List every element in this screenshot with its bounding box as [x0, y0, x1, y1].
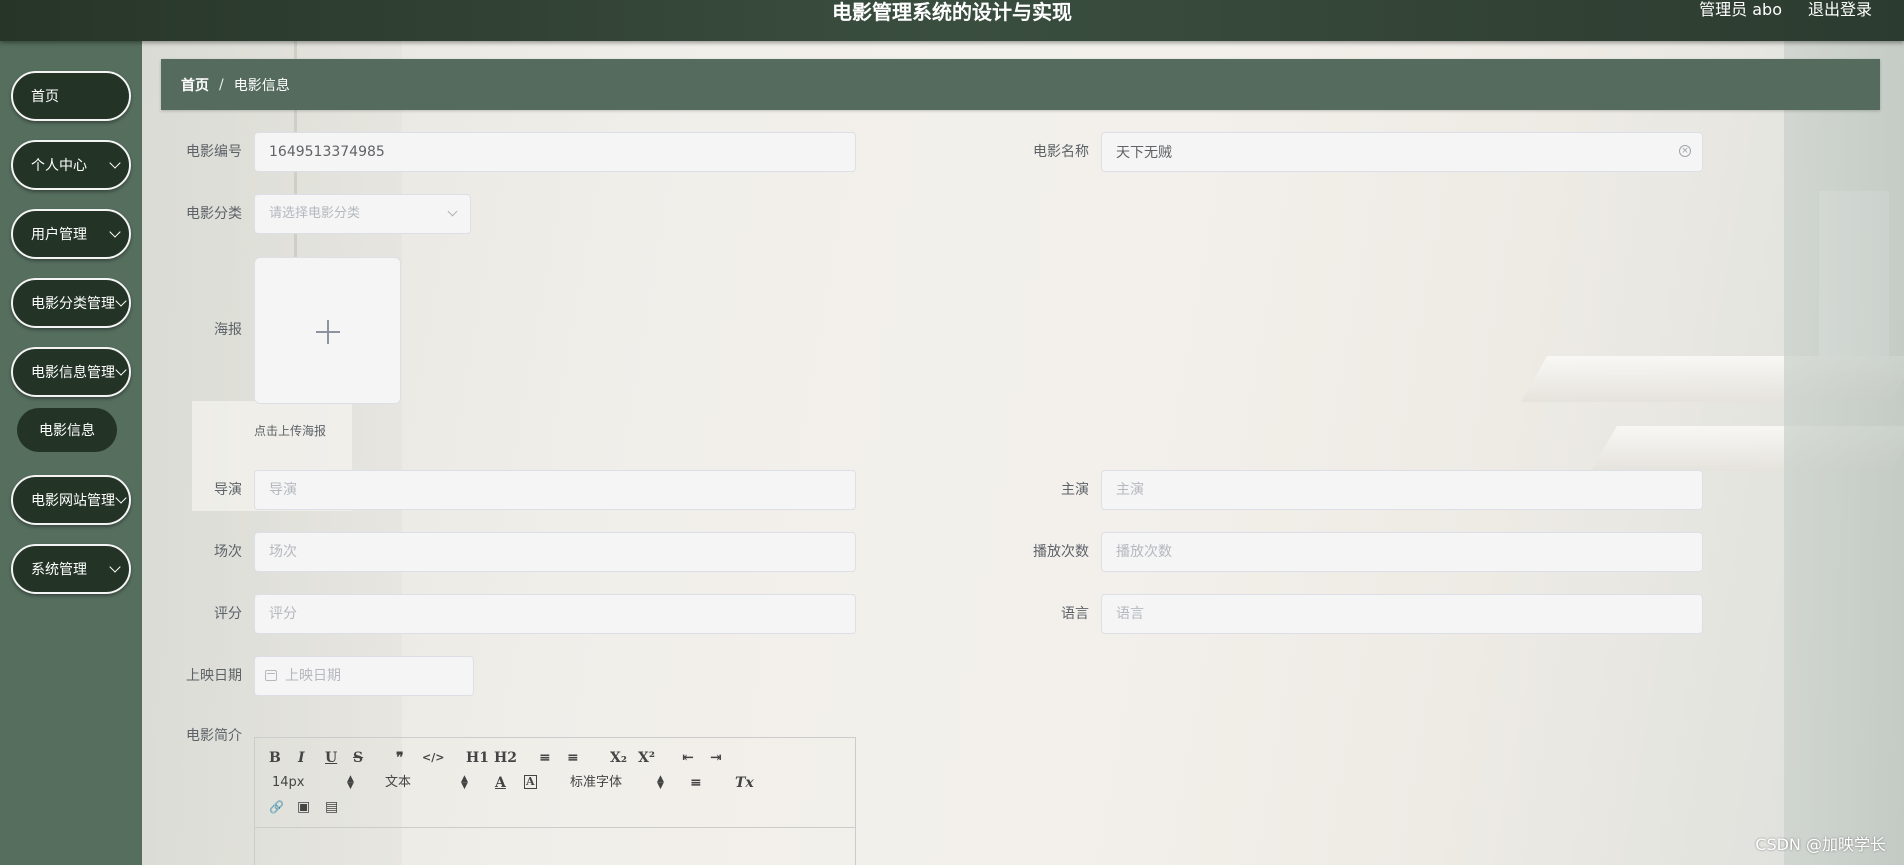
sidebar-item-label: 首页: [31, 89, 59, 105]
rich-text-editor: B I U S ❞ </> H1 H2 ≡ ≡ X₂ X² ⇤ ⇥ 14px ▲…: [254, 737, 856, 865]
link-button[interactable]: 🔗: [269, 799, 284, 815]
plus-icon: [327, 320, 329, 344]
intro-label: 电影简介: [186, 728, 242, 744]
chevron-up-down-icon: ▲ ▼: [657, 774, 664, 791]
sidebar-item-personal-center[interactable]: 个人中心: [11, 140, 131, 190]
category-placeholder: 请选择电影分类: [269, 206, 361, 221]
language-label: 语言: [1061, 606, 1089, 622]
sidebar-item-website-management[interactable]: 电影网站管理: [11, 475, 131, 525]
subscript-button[interactable]: X₂: [610, 750, 627, 766]
font-size-select[interactable]: 14px ▲ ▼: [272, 775, 357, 791]
ordered-list-button[interactable]: ≡: [539, 750, 551, 766]
indent-button[interactable]: ⇥: [710, 750, 722, 766]
quote-button[interactable]: ❞: [396, 750, 404, 766]
chevron-down-icon: [447, 206, 458, 217]
sidebar-item-home[interactable]: 首页: [11, 71, 131, 121]
background-color-button[interactable]: A: [524, 775, 537, 789]
editor-toolbar: B I U S ❞ </> H1 H2 ≡ ≡ X₂ X² ⇤ ⇥ 14px ▲…: [255, 738, 855, 828]
movie-id-label: 电影编号: [186, 144, 242, 160]
outdent-button[interactable]: ⇤: [682, 750, 694, 766]
rating-input[interactable]: [254, 594, 856, 634]
sidebar-subitem-movie-info[interactable]: 电影信息: [17, 408, 117, 452]
app-title: 电影管理系统的设计与实现: [832, 0, 1072, 24]
chevron-up-down-icon: ▲ ▼: [461, 774, 468, 791]
category-select[interactable]: 请选择电影分类: [254, 194, 471, 234]
category-label: 电影分类: [186, 206, 242, 222]
movie-id-input[interactable]: [254, 132, 856, 172]
bold-button[interactable]: B: [269, 750, 281, 766]
breadcrumb-current: 电影信息: [233, 77, 290, 94]
calendar-icon: [265, 670, 277, 681]
play-count-label: 播放次数: [1033, 544, 1089, 560]
sidebar-item-label: 电影分类管理: [31, 296, 115, 312]
director-input[interactable]: [254, 470, 856, 510]
font-size-value: 14px: [272, 775, 305, 790]
poster-upload[interactable]: [254, 257, 401, 404]
bullet-list-button[interactable]: ≡: [567, 750, 579, 766]
h2-button[interactable]: H2: [494, 750, 517, 766]
watermark: CSDN @加映学长: [1755, 835, 1886, 854]
sidebar-item-label: 电影网站管理: [31, 493, 115, 509]
sidebar-item-user-management[interactable]: 用户管理: [11, 209, 131, 259]
image-button[interactable]: ▣: [297, 799, 310, 815]
play-count-input[interactable]: [1101, 532, 1703, 572]
sidebar-item-movie-info-management[interactable]: 电影信息管理: [11, 347, 131, 397]
actor-input[interactable]: [1101, 470, 1703, 510]
language-input[interactable]: [1101, 594, 1703, 634]
breadcrumb-home[interactable]: 首页: [181, 75, 209, 95]
sidebar-item-category-management[interactable]: 电影分类管理: [11, 278, 131, 328]
text-color-button[interactable]: A: [495, 775, 506, 791]
poster-upload-tip: 点击上传海报: [254, 424, 327, 438]
video-button[interactable]: ▤: [325, 799, 338, 815]
sidebar-item-system-management[interactable]: 系统管理: [11, 544, 131, 594]
chevron-up-down-icon: ▲ ▼: [347, 774, 354, 791]
italic-button[interactable]: I: [298, 750, 305, 766]
movie-form: 电影编号 电影名称 × 电影分类 请选择电影分类 海报 点击上传海报 导演 主演…: [0, 0, 1904, 865]
font-family-value: 标准字体: [570, 775, 623, 790]
align-button[interactable]: ≡: [690, 775, 702, 791]
movie-name-input[interactable]: [1101, 132, 1703, 172]
font-family-select[interactable]: 标准字体 ▲ ▼: [570, 775, 670, 791]
superscript-button[interactable]: X²: [638, 750, 655, 766]
top-header: 电影管理系统的设计与实现 管理员 abo 退出登录: [0, 0, 1904, 41]
h1-button[interactable]: H1: [466, 750, 489, 766]
strike-button[interactable]: S: [353, 750, 363, 766]
breadcrumb: 首页 / 电影信息: [161, 59, 1880, 110]
session-label: 场次: [214, 544, 242, 560]
release-date-label: 上映日期: [186, 668, 242, 684]
paragraph-select[interactable]: 文本 ▲ ▼: [385, 775, 470, 791]
rating-label: 评分: [214, 606, 242, 622]
movie-name-label: 电影名称: [1033, 144, 1089, 160]
director-label: 导演: [214, 482, 242, 498]
current-user: 管理员 abo: [1699, 0, 1782, 19]
actor-label: 主演: [1061, 482, 1089, 498]
sidebar: 首页 个人中心 用户管理 电影分类管理 电影信息管理 电影信息 电影网站管理 系…: [0, 41, 142, 865]
breadcrumb-separator: /: [219, 76, 224, 93]
release-date-input[interactable]: [254, 656, 474, 696]
sidebar-item-label: 电影信息管理: [31, 365, 115, 381]
circle-close-icon[interactable]: ×: [1679, 145, 1691, 157]
poster-label: 海报: [214, 322, 242, 338]
paragraph-value: 文本: [385, 775, 412, 790]
clean-format-button[interactable]: Tx: [735, 775, 754, 791]
underline-button[interactable]: U: [325, 750, 337, 766]
code-button[interactable]: </>: [422, 750, 444, 766]
session-input[interactable]: [254, 532, 856, 572]
logout-button[interactable]: 退出登录: [1808, 0, 1872, 20]
